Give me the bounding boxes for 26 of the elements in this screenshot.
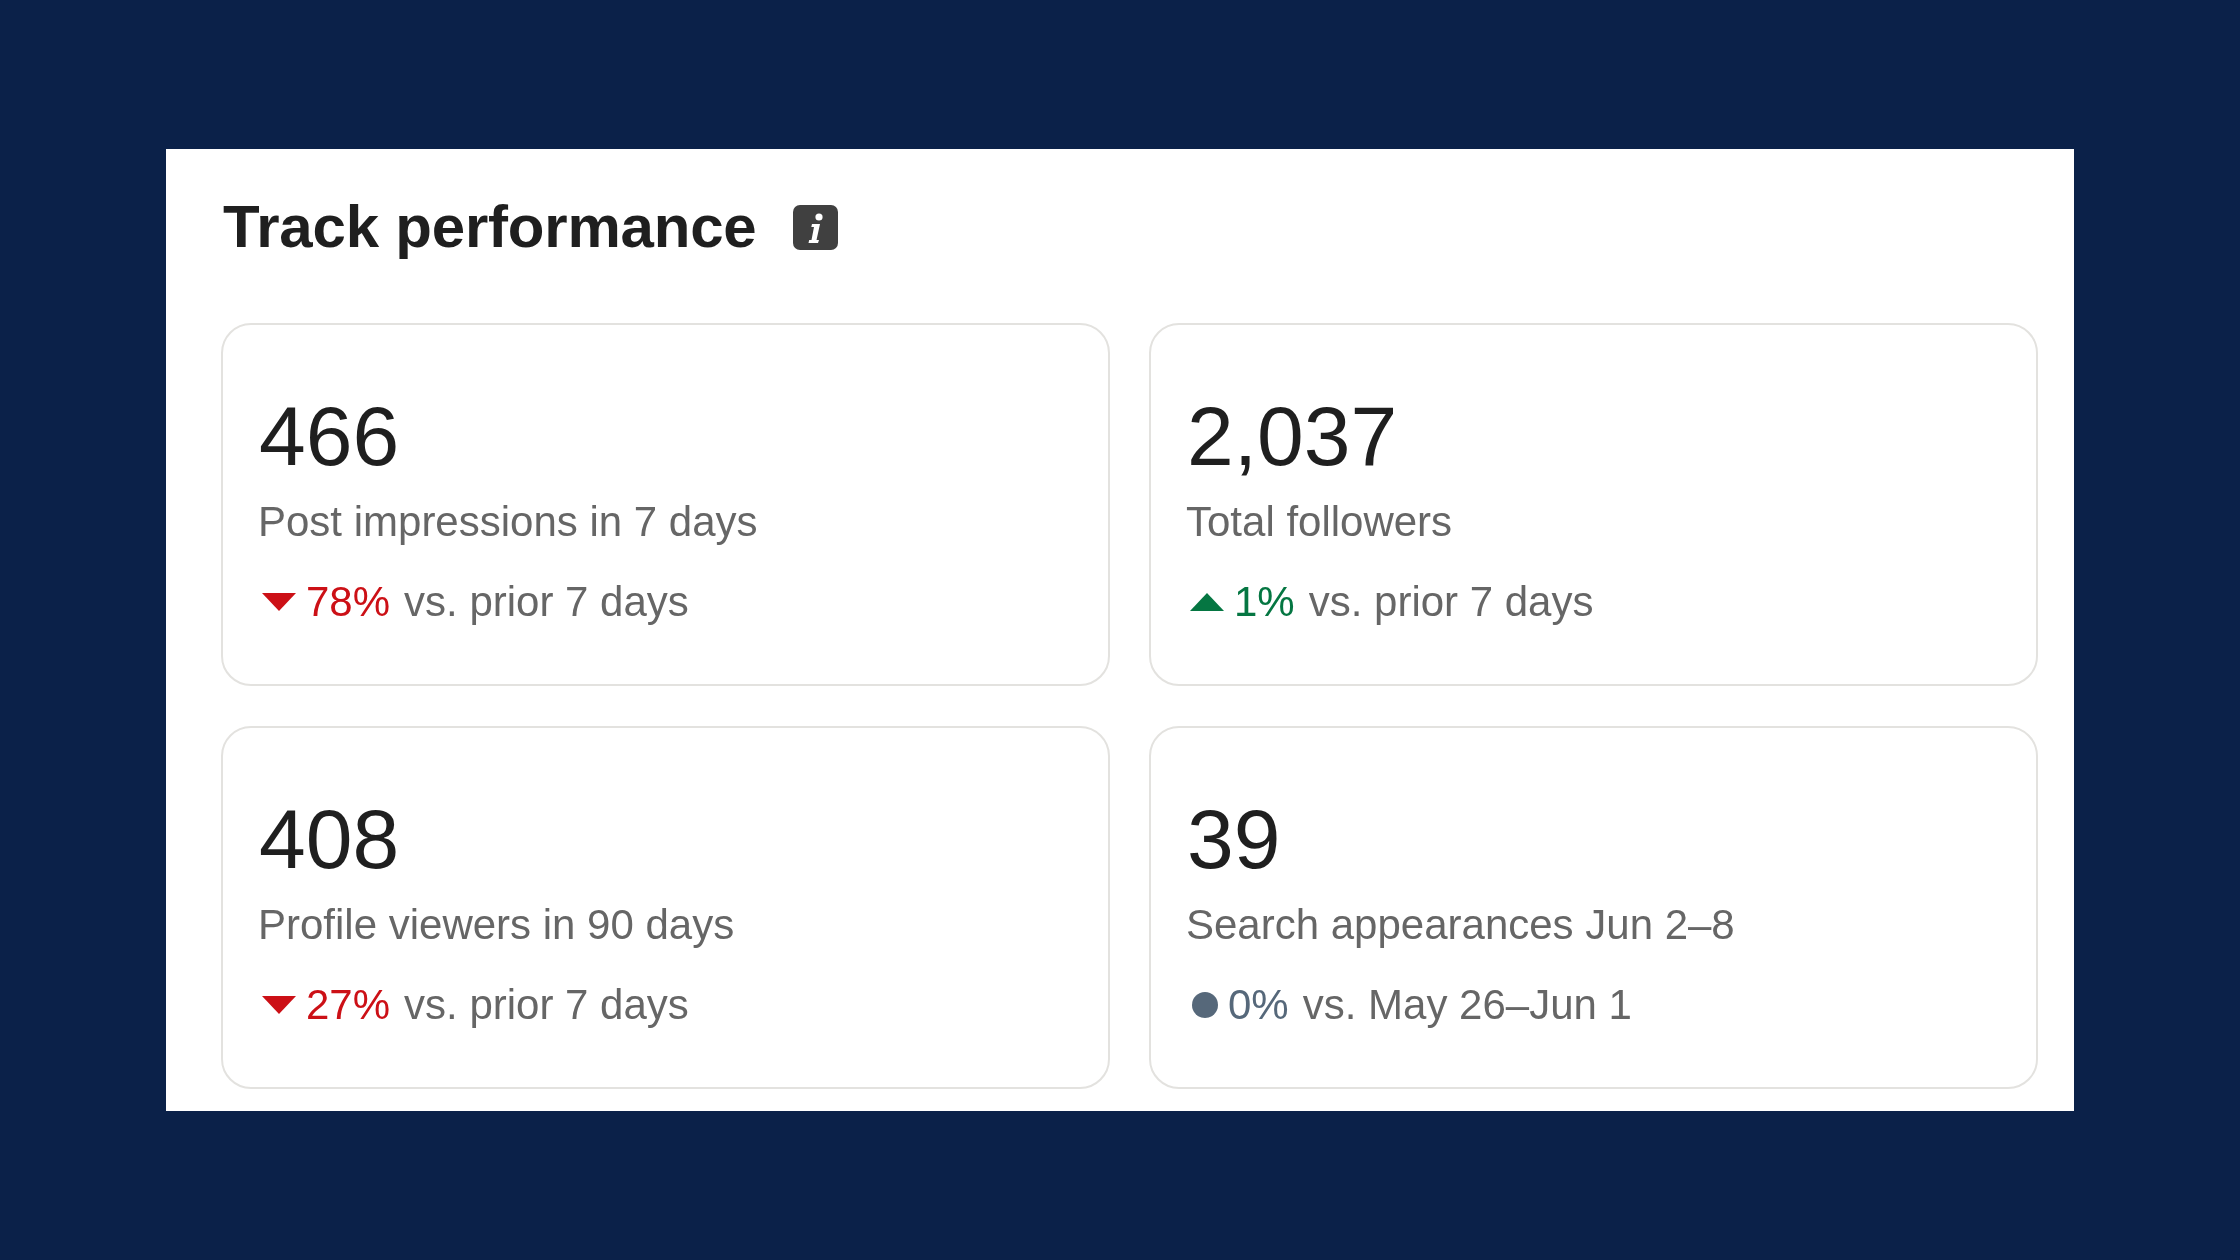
- comparison-text: vs. prior 7 days: [404, 979, 689, 1030]
- panel-title: Track performance: [223, 192, 757, 262]
- dot-icon: [1192, 991, 1218, 1018]
- comparison-text: vs. prior 7 days: [1308, 576, 1594, 627]
- triangle-up-icon: [1190, 592, 1224, 611]
- metric-label: Post impressions in 7 days: [258, 497, 759, 547]
- metric-card[interactable]: 2,037 Total followers 1% vs. prior 7 days: [1149, 323, 2038, 686]
- info-icon[interactable]: [792, 204, 838, 250]
- metric-card[interactable]: 39 Search appearances Jun 2–8 0% vs. May 26–Jun 1: [1149, 726, 2038, 1089]
- metric-value: 39: [1187, 797, 1282, 881]
- comparison-text: vs. May 26–Jun 1: [1302, 979, 1632, 1030]
- metric-card[interactable]: 408 Profile viewers in 90 days 27% vs. prior 7 days: [221, 726, 1110, 1089]
- metric-value: 408: [259, 797, 401, 881]
- metric-card[interactable]: 466 Post impressions in 7 days 78% vs. prior 7 days: [221, 323, 1110, 686]
- comparison-text: vs. prior 7 days: [404, 576, 689, 627]
- triangle-down-icon: [262, 995, 296, 1014]
- triangle-down-icon: [262, 592, 296, 611]
- change-percent: 0%: [1228, 979, 1289, 1030]
- change-percent: 1%: [1234, 576, 1295, 627]
- metric-label: Total followers: [1186, 497, 1454, 547]
- change-percent: 78%: [306, 576, 391, 627]
- metric-value: 466: [259, 394, 401, 478]
- change-percent: 27%: [306, 979, 391, 1030]
- metric-label: Search appearances Jun 2–8: [1186, 900, 1736, 950]
- metric-value: 2,037: [1187, 394, 1399, 478]
- metric-label: Profile viewers in 90 days: [258, 900, 736, 950]
